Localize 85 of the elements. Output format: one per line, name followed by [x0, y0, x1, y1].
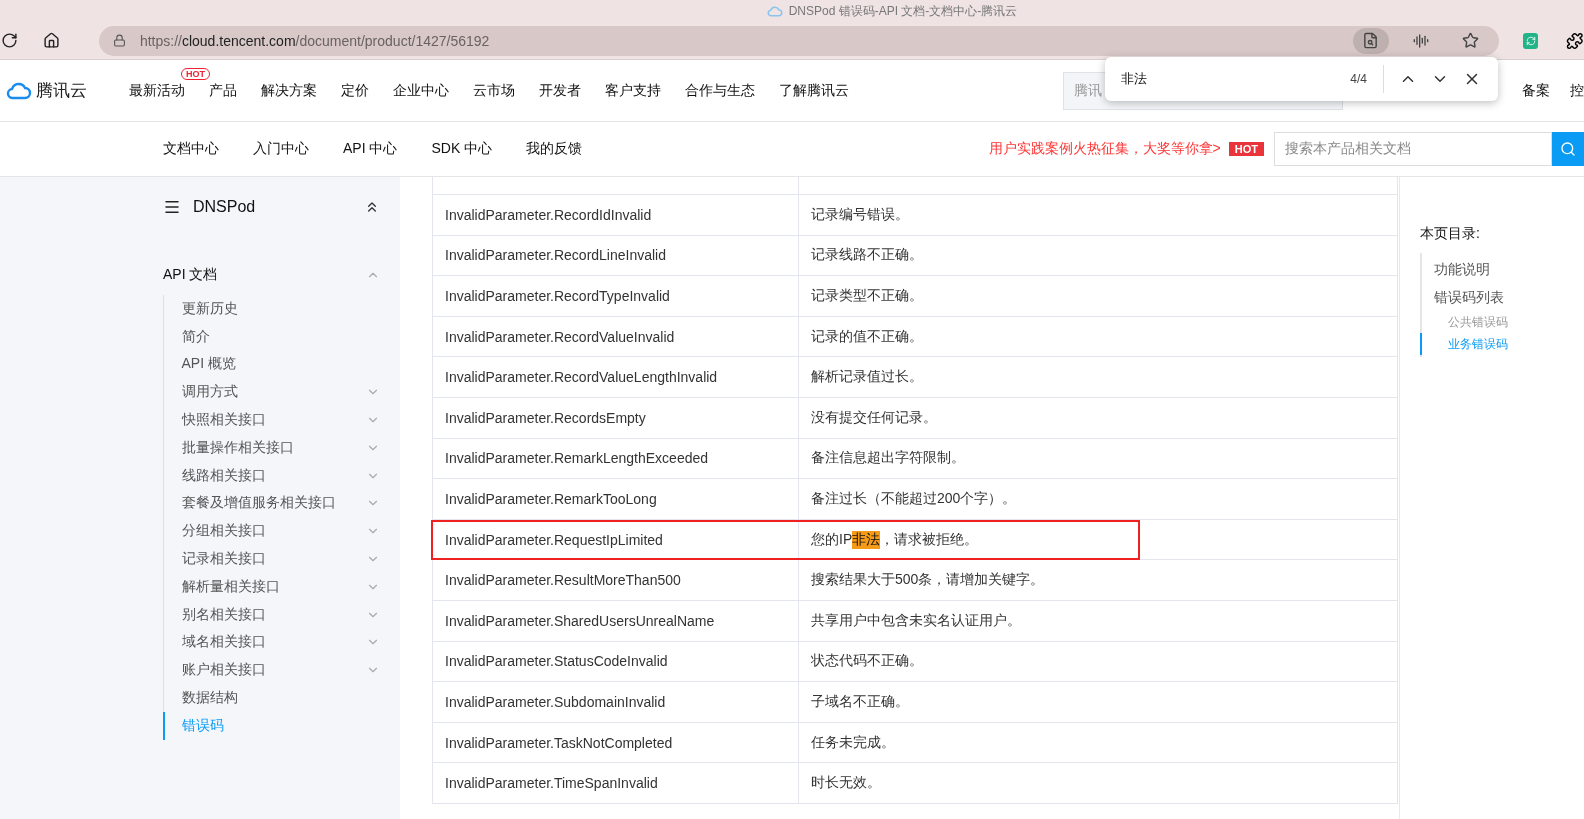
table-cell-text: 没有提交任何记录。: [810, 407, 938, 427]
sidebar-item[interactable]: 线路相关接口: [162, 461, 380, 490]
nav-link[interactable]: 定价: [341, 81, 369, 100]
table-cell-text: 解析记录值过长。: [810, 367, 924, 387]
nav-link[interactable]: 产品: [209, 81, 237, 100]
toc-link[interactable]: 功能说明: [1420, 255, 1584, 283]
table-cell: InvalidParameter.RecordValueLengthInvalid: [433, 357, 799, 397]
section-label[interactable]: API 文档: [163, 266, 218, 284]
nav-link[interactable]: 客户支持: [605, 81, 661, 100]
sidebar-item[interactable]: 账户相关接口: [162, 656, 380, 685]
sidebar-item[interactable]: 记录相关接口: [162, 545, 380, 573]
table-cell-text: 备注过长（不能超过200个字）。: [810, 488, 1018, 508]
table-cell: InvalidParameter.SharedUsersUnrealName: [433, 600, 799, 641]
window-title: DNSPod 错误码-API 文档-文档中心-腾讯云: [788, 2, 1018, 20]
subnav-link[interactable]: SDK 中心: [431, 140, 493, 158]
sidebar-item[interactable]: 快照相关接口: [162, 406, 380, 434]
lock-icon: [112, 34, 126, 47]
subnav-link[interactable]: 文档中心: [163, 140, 219, 158]
sidebar-item[interactable]: 简介: [162, 322, 380, 351]
table-cell: InvalidParameter.RemarkLengthExceeded: [433, 438, 799, 479]
table-cell-text: 记录编号错误。: [810, 204, 910, 224]
sidebar-item[interactable]: 数据结构: [162, 684, 380, 712]
hot-badge: HOT: [1228, 142, 1264, 156]
nav-link[interactable]: 企业中心: [393, 81, 449, 100]
table-cell: InvalidParameter.RecordIdInvalid: [433, 195, 799, 235]
toc-title: 本页目录:: [1420, 225, 1481, 243]
table-cell: InvalidParameter.RequestIpLimited: [433, 519, 799, 560]
promo-link[interactable]: 用户实践案例火热征集，大奖等你拿>: [988, 140, 1221, 158]
home-icon[interactable]: [42, 32, 60, 49]
sidebar-title: DNSPod: [193, 198, 257, 216]
table-cell: InvalidParameter.TimeSpanInvalid: [433, 763, 799, 803]
logo-text[interactable]: 腾讯云: [36, 79, 87, 102]
nav-link[interactable]: 了解腾讯云: [779, 81, 849, 100]
menu-icon[interactable]: [163, 198, 181, 216]
toc-link[interactable]: 错误码列表: [1420, 283, 1584, 311]
nav-link[interactable]: 开发者: [539, 81, 581, 100]
sidebar-item[interactable]: 域名相关接口: [162, 628, 380, 657]
table-cell: InvalidParameter.RecordsEmpty: [433, 397, 799, 438]
table-cell: InvalidParameter.RecordLineInvalid: [433, 235, 799, 276]
table-cell-text: 记录类型不正确。: [810, 286, 924, 305]
table-cell: InvalidParameter.TaskNotCompleted: [433, 722, 799, 763]
subnav-link[interactable]: 入门中心: [253, 140, 309, 158]
hot-badge: HOT: [181, 67, 210, 80]
nav-link[interactable]: 合作与生态: [685, 81, 755, 100]
doc-search-field[interactable]: 搜索本产品相关文档: [1274, 132, 1552, 166]
search-button[interactable]: [1552, 132, 1584, 166]
sidebar-item[interactable]: API 概览: [162, 350, 380, 379]
sidebar-item[interactable]: 套餐及增值服务相关接口: [162, 489, 380, 518]
table-cell: InvalidParameter.RecordValueInvalid: [433, 316, 799, 357]
sidebar-item[interactable]: 分组相关接口: [162, 517, 380, 546]
table-cell: InvalidParameter.ResultMoreThan500: [433, 560, 799, 600]
table-cell: InvalidParameter.RemarkTooLong: [433, 479, 799, 519]
table-cell-text: 子域名不正确。: [810, 691, 910, 711]
match-count: 4/4: [1350, 65, 1384, 93]
cloud-icon: [766, 5, 783, 17]
cloud-logo-icon: [6, 81, 32, 100]
table-cell: InvalidParameter.SubdomainInvalid: [433, 682, 799, 722]
extensions-icon[interactable]: [1566, 31, 1584, 50]
sidebar-item[interactable]: 更新历史: [162, 295, 380, 323]
address-bar[interactable]: https://cloud.tencent.com/document/product/1427/56192: [98, 25, 1499, 56]
table-cell-text: 搜索结果大于500条，请增加关键字。: [810, 570, 1046, 590]
find-in-page-icon[interactable]: [1352, 27, 1389, 54]
sidebar-item[interactable]: 调用方式: [162, 378, 380, 407]
url-text: https://cloud.tencent.com/document/product/1427/56192: [139, 32, 491, 49]
table-cell-text: 记录的值不正确。: [810, 326, 924, 346]
nav-link[interactable]: 解决方案: [261, 81, 317, 100]
table-cell-text: 共享用户中包含未实名认证用户。: [810, 610, 1022, 630]
nav-link[interactable]: 云市场: [473, 81, 515, 100]
table-cell: InvalidParameter.StatusCodeInvalid: [433, 641, 799, 682]
nav-link[interactable]: 备案: [1522, 81, 1550, 100]
table-cell-text: 记录线路不正确。: [810, 245, 924, 265]
sidebar-item[interactable]: 批量操作相关接口: [162, 434, 380, 462]
table-cell: InvalidParameter.RecordTypeInvalid: [433, 276, 799, 316]
table-cell-text: 状态代码不正确。: [810, 651, 924, 671]
find-field[interactable]: 非法: [1121, 70, 1351, 88]
table-cell-text: 任务未完成。: [810, 732, 896, 752]
nav-link[interactable]: 控: [1570, 81, 1584, 100]
search-icon: [1560, 141, 1576, 157]
table-cell-text: 时长无效。: [810, 773, 882, 793]
subnav-link[interactable]: API 中心: [343, 140, 398, 158]
reload-icon[interactable]: [1, 32, 19, 49]
subnav-link[interactable]: 我的反馈: [526, 140, 583, 158]
sidebar-item[interactable]: 解析量相关接口: [162, 572, 380, 601]
table-cell-text: 备注信息超出字符限制。: [810, 448, 966, 468]
sidebar-item[interactable]: 别名相关接口: [162, 600, 380, 629]
